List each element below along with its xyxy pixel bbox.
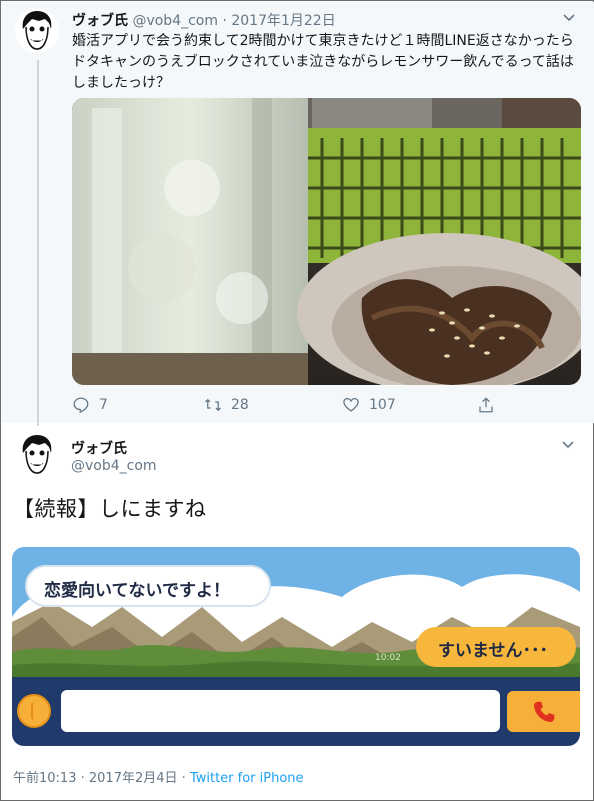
phone-icon	[533, 701, 554, 722]
tweet-date[interactable]: 2017年1月22日	[231, 13, 335, 29]
tweet-time[interactable]: 午前10:13	[13, 771, 76, 786]
chat-bubble-received: 恋愛向いてないですよ！	[25, 565, 271, 607]
like-button[interactable]: 107	[342, 395, 396, 415]
reply-count: 7	[99, 397, 108, 413]
reply-button[interactable]: 7	[72, 395, 108, 415]
like-count: 107	[369, 397, 396, 413]
tweet-date[interactable]: 2017年2月4日	[89, 771, 178, 786]
tweet-actions: 7 28 107	[72, 395, 502, 415]
avatar[interactable]	[15, 9, 59, 53]
tweet-photo-chat[interactable]: 恋愛向いてないですよ！ 0:53 すいません･･･ 10:02	[12, 547, 580, 746]
separator: ·	[80, 771, 85, 786]
display-name[interactable]: ヴォブ氏	[72, 13, 128, 29]
tweet-frame: ヴォブ氏 @vob4_com · 2017年1月22日 婚活アプリで会う約束して…	[0, 0, 594, 801]
display-name[interactable]: ヴォブ氏	[71, 438, 127, 458]
chevron-down-icon[interactable]	[562, 11, 576, 25]
chat-bubble-sent: すいません･･･	[416, 627, 576, 667]
tweet-text: 【続報】しにますね	[13, 497, 207, 521]
chat-timestamp: 0:53	[280, 593, 301, 603]
cartoon-face-avatar-icon	[15, 433, 59, 477]
avatar[interactable]	[15, 433, 59, 477]
share-icon	[479, 397, 493, 413]
chat-input-bar	[12, 677, 580, 746]
separator: ·	[181, 771, 186, 786]
tweet-meta: 午前10:13 · 2017年2月4日 · Twitter for iPhone	[13, 767, 304, 786]
retweet-button[interactable]: 28	[204, 395, 249, 415]
cartoon-face-avatar-icon	[15, 9, 59, 53]
handle[interactable]: @vob4_com	[71, 458, 157, 474]
menu-circle-icon	[17, 694, 51, 728]
chat-message-field	[61, 690, 500, 732]
call-button	[507, 691, 580, 732]
quoted-tweet-header: ヴォブ氏 @vob4_com · 2017年1月22日	[72, 10, 336, 30]
quoted-tweet[interactable]: ヴォブ氏 @vob4_com · 2017年1月22日 婚活アプリで会う約束して…	[2, 2, 594, 426]
tweet-text: 婚活アプリで会う約束して2時間かけて東京きたけど１時間LINE返さなかったらドタ…	[72, 33, 574, 91]
chevron-down-icon[interactable]	[561, 438, 575, 452]
retweet-icon	[205, 398, 221, 412]
tweet-photo[interactable]	[72, 98, 581, 385]
reply-icon	[73, 397, 89, 414]
heart-icon	[343, 397, 359, 412]
retweet-count: 28	[231, 397, 249, 413]
source-link[interactable]: Twitter for iPhone	[190, 771, 304, 786]
share-button[interactable]	[477, 395, 504, 415]
chat-timestamp: 10:02	[375, 653, 401, 663]
handle[interactable]: @vob4_com	[132, 13, 218, 29]
separator: ·	[222, 13, 227, 29]
thread-line	[37, 60, 39, 426]
